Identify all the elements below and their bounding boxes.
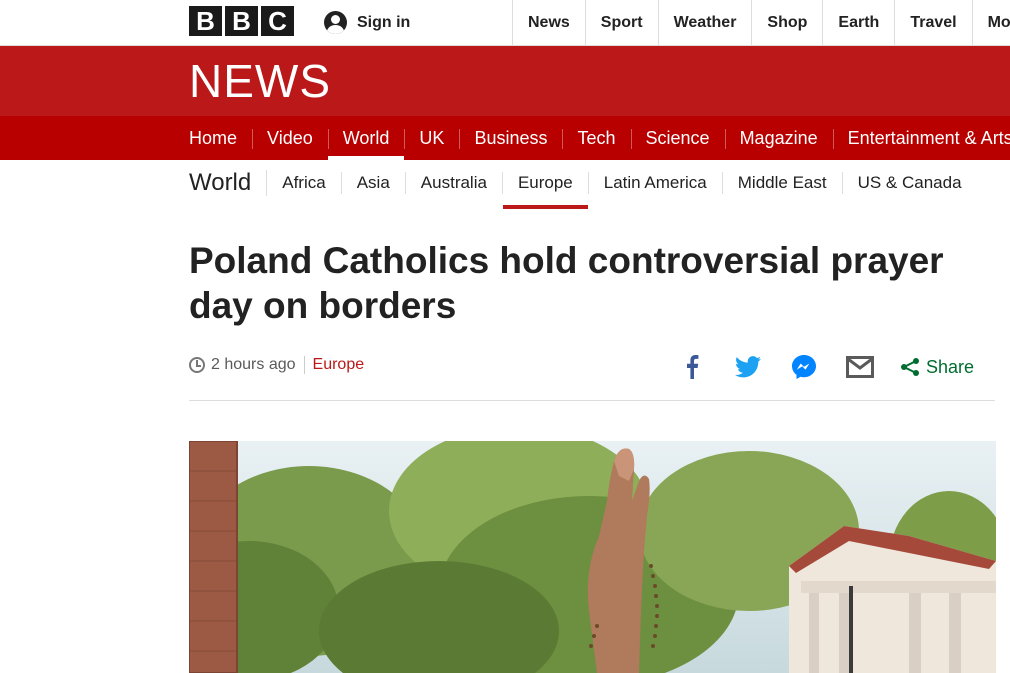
sign-in-link[interactable]: Sign in: [324, 0, 410, 45]
bbc-logo-letter: C: [261, 6, 294, 36]
article-section-link[interactable]: Europe: [313, 356, 365, 374]
email-icon[interactable]: [846, 353, 874, 381]
share-label: Share: [926, 356, 975, 377]
subnav-item-asia[interactable]: Asia: [342, 172, 406, 194]
nav-item-video[interactable]: Video: [252, 116, 328, 160]
nav-item-entertainment-arts[interactable]: Entertainment & Arts: [832, 116, 1010, 160]
nav-item-world[interactable]: World: [327, 116, 405, 160]
subnav-item-us-canada[interactable]: US & Canada: [843, 172, 977, 194]
top-nav-sport[interactable]: Sport: [584, 0, 658, 45]
share-tools: Share: [678, 352, 974, 382]
top-nav-news[interactable]: News: [512, 0, 585, 45]
user-icon: [324, 11, 347, 34]
nav-item-business[interactable]: Business: [459, 116, 562, 160]
facebook-icon[interactable]: [678, 353, 706, 381]
meta-divider-line: [189, 400, 995, 401]
bbc-logo[interactable]: B B C: [189, 6, 294, 36]
article-meta: 2 hours ago Europe: [189, 356, 364, 374]
bbc-logo-letter: B: [225, 6, 258, 36]
top-nav-weather[interactable]: Weather: [657, 0, 752, 45]
twitter-icon[interactable]: [734, 353, 762, 381]
bbc-logo-letter: B: [189, 6, 222, 36]
news-banner: NEWS: [0, 46, 1010, 116]
article-timestamp: 2 hours ago: [211, 356, 296, 373]
top-nav-more[interactable]: Mo: [971, 0, 1010, 45]
nav-item-uk[interactable]: UK: [404, 116, 459, 160]
top-nav-travel[interactable]: Travel: [894, 0, 971, 45]
nav-item-science[interactable]: Science: [630, 116, 725, 160]
top-nav-shop[interactable]: Shop: [751, 0, 822, 45]
bbc-top-bar: B B C Sign in News Sport Weather Shop Ea…: [0, 0, 1010, 46]
subnav-item-latin-america[interactable]: Latin America: [589, 172, 723, 194]
top-navigation: News Sport Weather Shop Earth Travel Mo: [512, 0, 1010, 45]
messenger-icon[interactable]: [790, 353, 818, 381]
news-main-navigation: Home Video World UK Business Tech Scienc…: [0, 116, 1010, 160]
news-logo[interactable]: NEWS: [189, 56, 331, 106]
subnav-item-australia[interactable]: Australia: [406, 172, 503, 194]
subnav-item-africa[interactable]: Africa: [267, 172, 342, 194]
clock-icon: [189, 357, 205, 373]
article-hero-image: [189, 441, 996, 673]
subnav-item-middle-east[interactable]: Middle East: [723, 172, 843, 194]
nav-item-home[interactable]: Home: [189, 116, 252, 160]
sign-in-label: Sign in: [357, 13, 411, 31]
section-title[interactable]: World: [189, 170, 268, 196]
top-nav-earth[interactable]: Earth: [822, 0, 894, 45]
nav-item-tech[interactable]: Tech: [562, 116, 630, 160]
subnav-item-europe[interactable]: Europe: [502, 172, 589, 209]
article-headline: Poland Catholics hold controversial pray…: [189, 240, 944, 326]
world-sub-navigation: World Africa Asia Australia Europe Latin…: [189, 160, 977, 209]
meta-divider: [303, 356, 305, 374]
share-button[interactable]: Share: [900, 357, 974, 378]
nav-item-magazine[interactable]: Magazine: [724, 116, 833, 160]
hero-photo-illustration: [189, 441, 996, 673]
share-icon: [901, 358, 919, 376]
